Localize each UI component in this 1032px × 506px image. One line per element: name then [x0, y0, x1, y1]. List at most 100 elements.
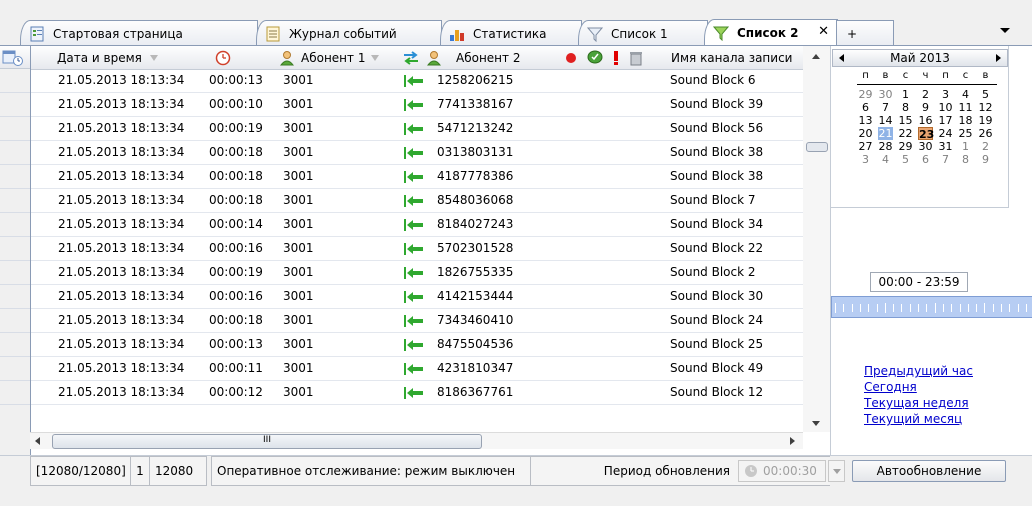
row-indicator[interactable] [0, 213, 30, 237]
row-indicator[interactable] [0, 357, 30, 381]
calendar-day[interactable]: 11 [958, 101, 973, 114]
calendar-day-selected[interactable]: 21 [878, 127, 893, 140]
calendar-day[interactable]: 30 [918, 140, 933, 153]
link-current-month[interactable]: Текущий месяц [864, 409, 973, 429]
calendar-day[interactable]: 5 [898, 153, 913, 166]
column-header-subscriber1[interactable]: Абонент 1 [279, 49, 380, 67]
calendar-day[interactable]: 13 [858, 114, 873, 127]
calendar-day[interactable]: 20 [858, 127, 873, 140]
calendar-day[interactable]: 7 [938, 153, 953, 166]
calendar-day[interactable]: 12 [978, 101, 993, 114]
time-range-field[interactable]: 00:00 - 23:59 [870, 272, 968, 292]
calendar-day[interactable]: 2 [978, 140, 993, 153]
calendar-day[interactable]: 9 [918, 101, 933, 114]
table-row[interactable]: 21.05.2013 18:13:34 00:00:10 3001 774133816… [31, 93, 804, 117]
calendar-day[interactable]: 24 [938, 127, 953, 140]
column-header-deleted[interactable] [629, 49, 643, 67]
calendar-day[interactable]: 3 [938, 88, 953, 101]
calendar-day[interactable]: 29 [898, 140, 913, 153]
column-header-direction[interactable] [401, 49, 421, 67]
table-row[interactable]: 21.05.2013 18:13:34 00:00:16 3001 414215344… [31, 285, 804, 309]
column-header-subscriber2[interactable]: Абонент 2 [426, 49, 520, 67]
time-range-slider[interactable] [831, 296, 1032, 318]
vertical-scrollbar[interactable] [803, 46, 830, 432]
calendar-day[interactable]: 26 [978, 127, 993, 140]
tab-event-journal[interactable]: Журнал событий [256, 20, 442, 46]
calendar-day[interactable]: 8 [958, 153, 973, 166]
calendar-day[interactable]: 15 [898, 114, 913, 127]
calendar-day[interactable]: 25 [958, 127, 973, 140]
row-indicator[interactable] [0, 333, 30, 357]
tab-statistics[interactable]: Статистика [440, 20, 582, 46]
calendar-day[interactable]: 18 [958, 114, 973, 127]
table-row[interactable]: 21.05.2013 18:13:34 00:00:13 3001 847550453… [31, 333, 804, 357]
refresh-period-input[interactable]: 00:00:30 [738, 460, 826, 482]
prev-month-icon[interactable] [839, 54, 844, 62]
table-row[interactable]: 21.05.2013 18:13:34 00:00:16 3001 570230152… [31, 237, 804, 261]
row-indicator[interactable] [0, 285, 30, 309]
column-header-datetime[interactable]: Дата и время [57, 49, 158, 67]
table-row[interactable]: 21.05.2013 18:13:34 00:00:18 3001 418777838… [31, 165, 804, 189]
table-row[interactable]: 21.05.2013 18:13:34 00:00:13 3001 125820621… [31, 69, 804, 93]
horizontal-scrollbar[interactable]: III [30, 432, 803, 449]
calendar-day[interactable]: 3 [858, 153, 873, 166]
column-header-duration[interactable] [215, 49, 231, 67]
refresh-period-dropdown[interactable] [828, 460, 845, 482]
table-row[interactable]: 21.05.2013 18:13:34 00:00:19 3001 182675533… [31, 261, 804, 285]
tab-start-page[interactable]: Стартовая страница [20, 20, 258, 46]
calendar-day[interactable]: 5 [978, 88, 993, 101]
table-row[interactable]: 21.05.2013 18:13:34 00:00:14 3001 818402724… [31, 213, 804, 237]
table-row[interactable]: 21.05.2013 18:13:34 00:00:12 3001 818636776… [31, 381, 804, 405]
table-row[interactable]: 21.05.2013 18:13:34 00:00:18 3001 031380313… [31, 141, 804, 165]
calendar-day[interactable]: 30 [878, 88, 893, 101]
scroll-thumb[interactable] [806, 142, 828, 152]
table-row[interactable]: 21.05.2013 18:13:34 00:00:18 3001 734346041… [31, 309, 804, 333]
grid-corner[interactable] [0, 46, 30, 69]
calendar-day[interactable]: 6 [858, 101, 873, 114]
calendar-day[interactable]: 19 [978, 114, 993, 127]
calendar-day[interactable]: 31 [938, 140, 953, 153]
column-header-channel[interactable]: Имя канала записи [671, 49, 792, 67]
calendar-day[interactable]: 9 [978, 153, 993, 166]
tab-list-dropdown-icon[interactable] [1000, 28, 1010, 33]
auto-refresh-button[interactable]: Автообновление [852, 460, 1006, 482]
row-indicator[interactable] [0, 141, 30, 165]
calendar-day[interactable]: 2 [918, 88, 933, 101]
tab-list-2[interactable]: Список 2 ✕ [704, 19, 838, 46]
table-row[interactable]: 21.05.2013 18:13:34 00:00:18 3001 854803606… [31, 189, 804, 213]
column-header-record[interactable] [564, 49, 578, 67]
calendar-day[interactable]: 29 [858, 88, 873, 101]
add-tab-button[interactable]: + [836, 20, 894, 46]
row-indicator[interactable] [0, 93, 30, 117]
row-indicator[interactable] [0, 237, 30, 261]
row-indicator[interactable] [0, 117, 30, 141]
table-row[interactable]: 21.05.2013 18:13:34 00:00:11 3001 423181034… [31, 357, 804, 381]
calendar-day[interactable]: 6 [918, 153, 933, 166]
row-indicator[interactable] [0, 381, 30, 405]
calendar-day[interactable]: 7 [878, 101, 893, 114]
next-month-icon[interactable] [996, 54, 1001, 62]
table-row[interactable]: 21.05.2013 18:13:34 00:00:19 3001 547121324… [31, 117, 804, 141]
calendar-day-today[interactable]: 23 [918, 127, 934, 141]
calendar-day[interactable]: 22 [898, 127, 913, 140]
calendar-day[interactable]: 17 [938, 114, 953, 127]
row-indicator[interactable] [0, 309, 30, 333]
scroll-left-icon[interactable] [35, 437, 40, 445]
calendar-day[interactable]: 16 [918, 114, 933, 127]
calendar-day[interactable]: 28 [878, 140, 893, 153]
calendar-day[interactable]: 14 [878, 114, 893, 127]
hscroll-thumb[interactable]: III [52, 434, 482, 449]
scroll-down-icon[interactable] [812, 421, 820, 426]
calendar-day[interactable]: 4 [878, 153, 893, 166]
calendar-day[interactable]: 8 [898, 101, 913, 114]
filter-dropdown-icon[interactable] [371, 55, 380, 61]
filter-dropdown-icon[interactable] [149, 55, 158, 61]
row-indicator[interactable] [0, 261, 30, 285]
column-header-important[interactable] [611, 49, 621, 67]
calendar-day[interactable]: 27 [858, 140, 873, 153]
close-tab-icon[interactable]: ✕ [818, 24, 829, 39]
calendar-day[interactable]: 10 [938, 101, 953, 114]
scroll-right-icon[interactable] [790, 437, 795, 445]
calendar-day[interactable]: 1 [958, 140, 973, 153]
row-indicator[interactable] [0, 189, 30, 213]
